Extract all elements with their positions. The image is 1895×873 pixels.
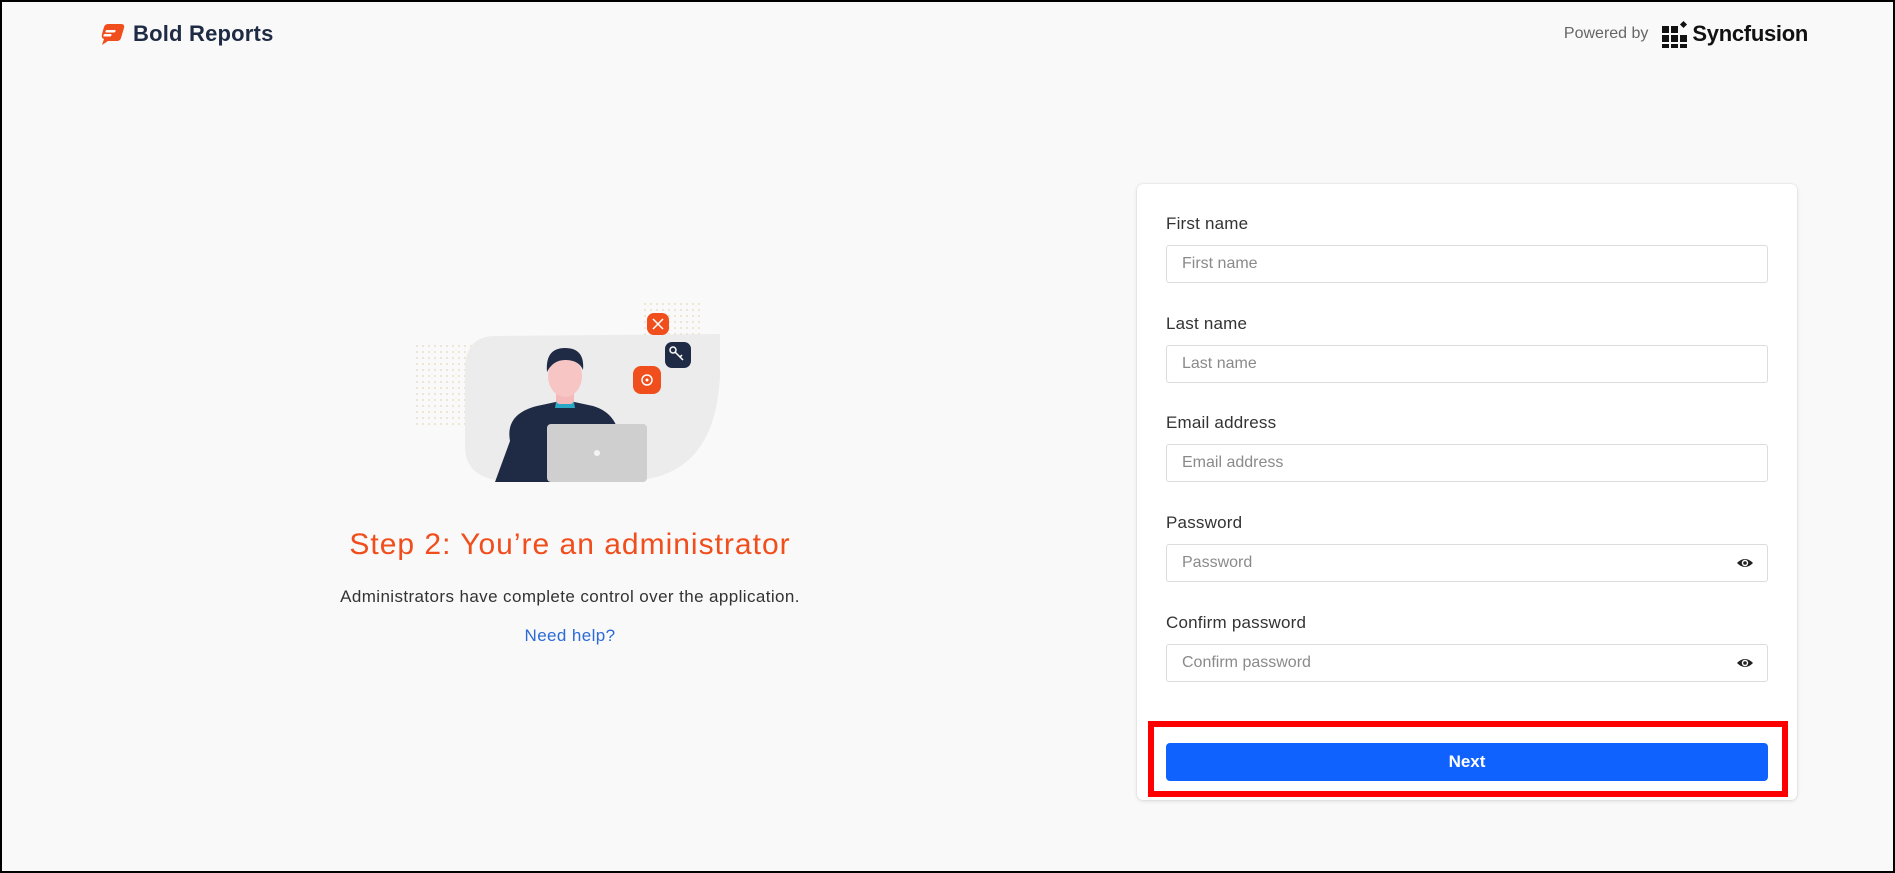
admin-registration-form: First name Last name Email address Passw… — [1137, 184, 1797, 800]
partner-name: Syncfusion — [1692, 21, 1808, 46]
confirm-password-input[interactable] — [1166, 644, 1768, 682]
bold-reports-logo[interactable]: Bold Reports — [99, 21, 274, 47]
administrator-illustration — [415, 300, 720, 482]
need-help-link[interactable]: Need help? — [270, 626, 870, 646]
confirm-password-input-wrap — [1166, 644, 1768, 682]
powered-by-label: Powered by — [1563, 25, 1649, 42]
syncfusion-logo-icon — [1662, 20, 1688, 48]
first-name-field: First name — [1166, 214, 1768, 283]
password-input[interactable] — [1166, 544, 1768, 582]
step-title: Step 2: You’re an administrator — [349, 528, 791, 561]
confirm-password-field: Confirm password — [1166, 613, 1768, 682]
last-name-input[interactable] — [1166, 345, 1768, 383]
bold-reports-logo-icon — [101, 24, 125, 45]
first-name-label: First name — [1166, 214, 1249, 233]
password-input-wrap — [1166, 544, 1768, 582]
last-name-label: Last name — [1166, 314, 1248, 333]
syncfusion-logo[interactable]: Syncfusion — [1662, 20, 1808, 48]
email-field: Email address — [1166, 413, 1768, 482]
email-input[interactable] — [1166, 444, 1768, 482]
email-label: Email address — [1166, 413, 1277, 432]
step-description: Administrators have complete control ove… — [340, 587, 800, 606]
eye-icon[interactable] — [1736, 555, 1754, 571]
first-name-input-wrap — [1166, 245, 1768, 283]
password-label: Password — [1166, 513, 1243, 532]
first-name-input[interactable] — [1166, 245, 1768, 283]
last-name-field: Last name — [1166, 314, 1768, 383]
eye-icon[interactable] — [1736, 655, 1754, 671]
email-input-wrap — [1166, 444, 1768, 482]
last-name-input-wrap — [1166, 345, 1768, 383]
brand-name: Bold Reports — [133, 21, 274, 46]
powered-by: Powered by Syncfusion — [1564, 20, 1808, 48]
next-button[interactable]: Next — [1166, 743, 1768, 781]
password-field: Password — [1166, 513, 1768, 582]
confirm-password-label: Confirm password — [1166, 613, 1307, 632]
